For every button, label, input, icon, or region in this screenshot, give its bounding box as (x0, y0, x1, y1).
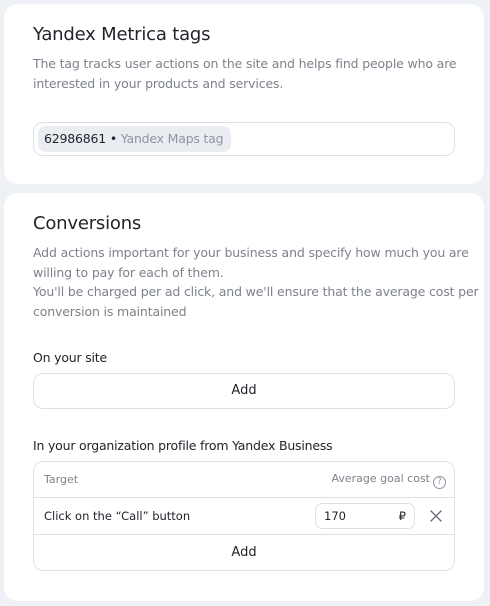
column-header-target: Target (44, 473, 79, 486)
conversions-title: Conversions (33, 213, 142, 234)
currency-symbol: ₽ (398, 509, 406, 523)
conversions-card: Conversions Add actions important for yo… (4, 193, 484, 601)
close-icon[interactable] (429, 509, 443, 523)
average-cost-value: 170 (324, 509, 346, 523)
conversions-description-line: conversion is maintained (33, 303, 187, 319)
metrica-description-line: interested in your products and services… (33, 75, 284, 91)
metrica-tag-chip[interactable]: 62986861 • Yandex Maps tag (38, 126, 232, 152)
conversions-description-line: Add actions important for your business … (33, 245, 469, 260)
metrica-description-line: The tag tracks user actions on the site … (33, 56, 457, 71)
metrica-tags-card: Yandex Metrica tags The tag tracks user … (4, 4, 484, 184)
conversions-description-line: You'll be charged per ad click, and we'l… (33, 284, 479, 299)
column-header-cost-label: Average goal cost (331, 472, 431, 485)
average-cost-input[interactable]: 170 ₽ (315, 503, 415, 529)
question-circle-icon[interactable]: ? (433, 476, 446, 489)
metrica-description: The tag tracks user actions on the site … (33, 54, 457, 93)
column-header-cost: Average goal cost? (331, 472, 446, 489)
goal-target-label: Click on the “Call” button (44, 509, 191, 523)
conversions-description-line: willing to pay for each of them. (33, 264, 224, 280)
business-goals-table: Target Average goal cost? Click on the “… (33, 461, 455, 571)
conversions-description: Add actions important for your business … (33, 243, 479, 321)
table-header: Target Average goal cost? (34, 462, 454, 498)
business-profile-label: In your organization profile from Yandex… (33, 438, 333, 453)
tag-name: Yandex Maps tag (120, 131, 224, 146)
on-your-site-label: On your site (33, 350, 107, 365)
table-row: Click on the “Call” button 170 ₽ (34, 498, 454, 535)
add-site-goal-button[interactable]: Add (33, 373, 455, 409)
metrica-tag-field[interactable]: 62986861 • Yandex Maps tag (33, 122, 455, 156)
tag-number: 62986861 (44, 131, 107, 146)
tag-separator: • (109, 131, 117, 146)
add-business-goal-button[interactable]: Add (34, 535, 454, 570)
metrica-title: Yandex Metrica tags (33, 24, 211, 45)
